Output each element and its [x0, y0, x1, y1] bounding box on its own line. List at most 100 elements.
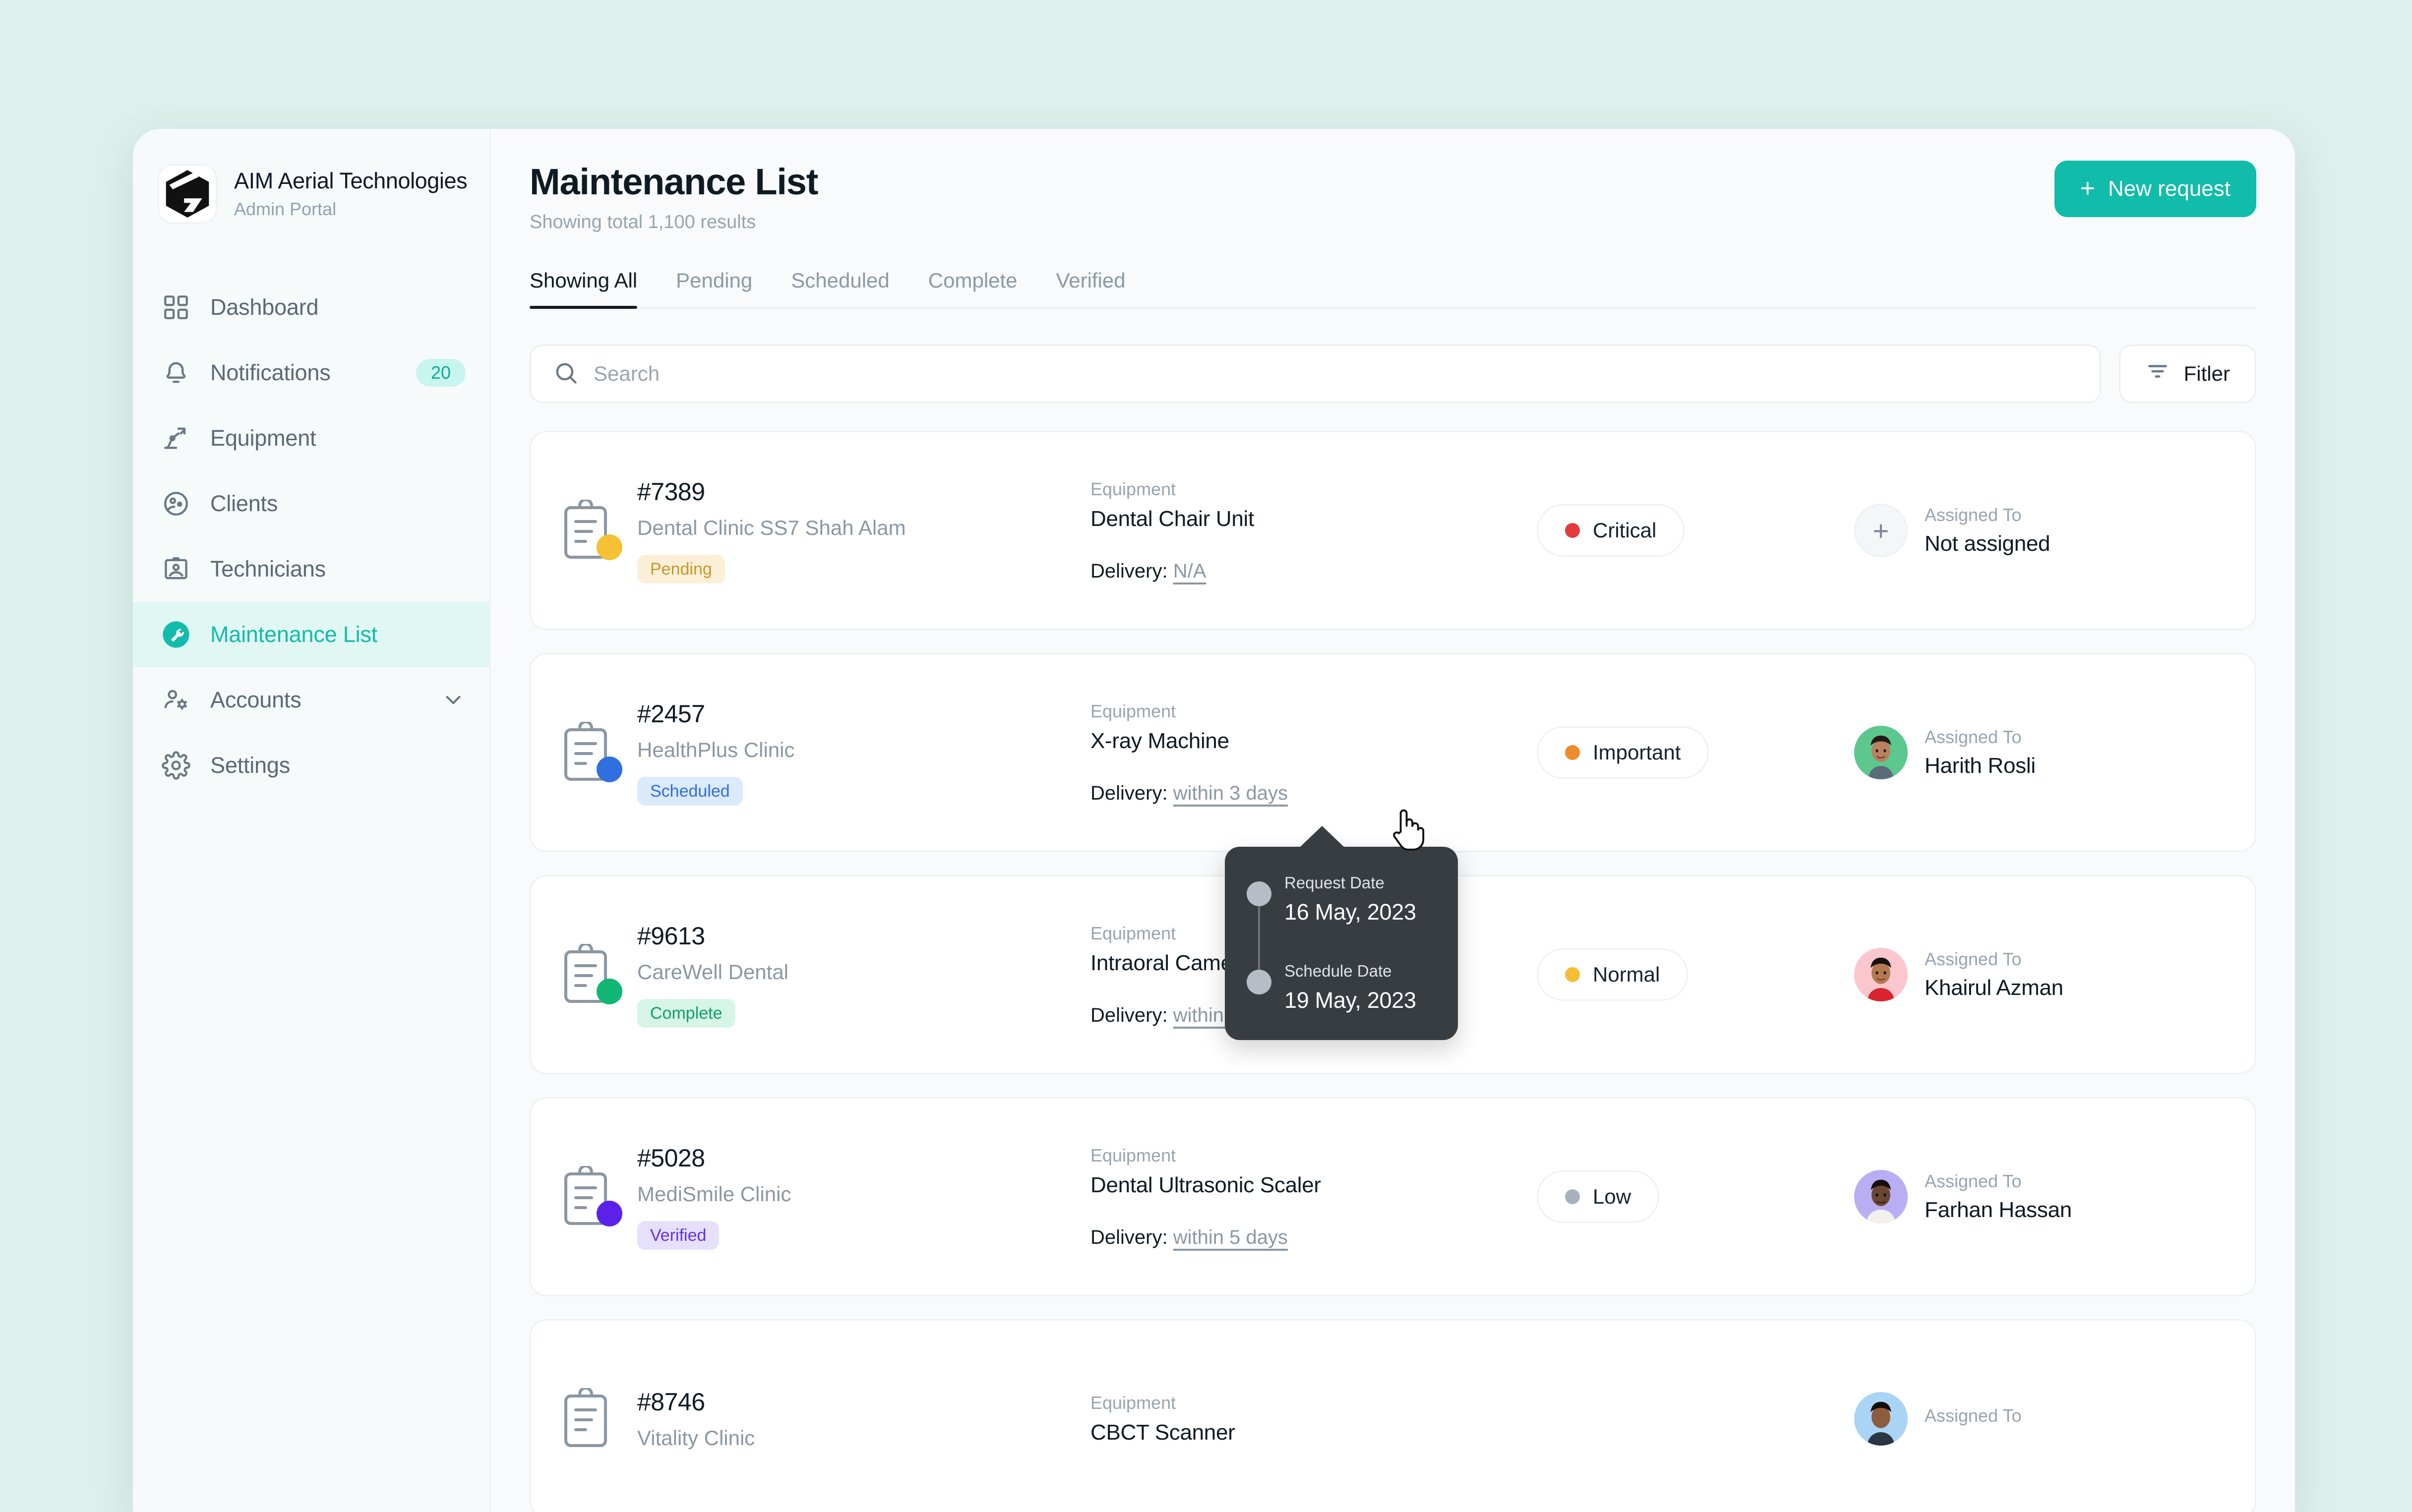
sidebar-item-accounts[interactable]: Accounts — [133, 667, 489, 733]
request-identity: #2457 HealthPlus Clinic Scheduled — [560, 699, 1090, 806]
app-window: AIM Aerial Technologies Admin Portal Das… — [133, 129, 2295, 1512]
request-id: #8746 — [637, 1388, 755, 1416]
assignee-name: Not assigned — [1925, 531, 2050, 556]
notifications-badge: 20 — [416, 359, 466, 387]
assigned-to-label: Assigned To — [1925, 727, 2036, 748]
request-identity: #9613 CareWell Dental Complete — [560, 922, 1090, 1028]
status-badge: Complete — [637, 999, 735, 1028]
sidebar-item-settings[interactable]: Settings — [133, 733, 489, 798]
gear-icon — [161, 750, 191, 781]
sidebar-item-dashboard[interactable]: Dashboard — [133, 275, 489, 340]
priority-badge[interactable]: Important — [1537, 726, 1709, 779]
request-date-label: Request Date — [1284, 873, 1437, 892]
filter-button[interactable]: Fitler — [2119, 345, 2256, 403]
page-title: Maintenance List — [530, 161, 818, 203]
page-header: Maintenance List Showing total 1,100 res… — [530, 161, 2256, 233]
add-assignee-button[interactable]: + — [1854, 504, 1908, 557]
priority-badge[interactable]: Critical — [1537, 504, 1685, 557]
request-date-value: 16 May, 2023 — [1284, 899, 1437, 925]
avatar[interactable] — [1854, 726, 1908, 779]
tab-complete[interactable]: Complete — [928, 269, 1018, 307]
brand[interactable]: AIM Aerial Technologies Admin Portal — [133, 157, 489, 231]
grid-icon — [161, 292, 191, 323]
tooltip-schedule-date: Schedule Date 19 May, 2023 — [1284, 962, 1437, 1013]
priority-dot — [1565, 745, 1580, 760]
status-dot — [597, 756, 622, 782]
priority-cell: Critical — [1537, 504, 1854, 557]
avatar[interactable] — [1854, 1392, 1908, 1446]
tab-pending[interactable]: Pending — [676, 269, 752, 307]
client-name: Vitality Clinic — [637, 1426, 755, 1450]
tab-showing-all[interactable]: Showing All — [530, 269, 637, 307]
chevron-down-icon[interactable] — [441, 688, 466, 712]
search-box[interactable] — [530, 345, 2101, 403]
priority-cell — [1537, 1397, 1854, 1441]
timeline-dot-icon — [1247, 970, 1271, 994]
assignee-cell: Assigned To Khairul Azman — [1854, 948, 2063, 1001]
avatar[interactable] — [1854, 1170, 1908, 1223]
priority-badge[interactable]: Low — [1537, 1170, 1659, 1223]
sidebar: AIM Aerial Technologies Admin Portal Das… — [133, 129, 491, 1512]
delivery-dates-tooltip: Request Date 16 May, 2023 Schedule Date … — [1225, 847, 1458, 1040]
clipboard-icon — [560, 500, 615, 561]
assignee-cell: Assigned To — [1854, 1392, 2021, 1446]
search-input[interactable] — [594, 362, 2078, 386]
request-id: #7389 — [637, 477, 906, 506]
hexagon-logo-icon — [158, 164, 217, 224]
id-badge-icon — [161, 554, 191, 584]
delivery-value[interactable]: N/A — [1173, 560, 1206, 582]
delivery-value[interactable]: within 3 days — [1173, 782, 1288, 804]
status-dot — [597, 534, 622, 560]
table-row[interactable]: #5028 MediSmile Clinic Verified Equipmen… — [530, 1097, 2256, 1296]
sidebar-item-clients[interactable]: Clients — [133, 471, 489, 536]
plus-icon: + — [2080, 178, 2095, 199]
results-count: Showing total 1,100 results — [530, 212, 818, 233]
request-identity: #8746 Vitality Clinic — [560, 1388, 1090, 1450]
sidebar-item-technicians[interactable]: Technicians — [133, 536, 489, 602]
table-row[interactable]: #7389 Dental Clinic SS7 Shah Alam Pendin… — [530, 431, 2256, 630]
delivery-cell: Delivery: within 3 days — [1090, 782, 1537, 805]
equipment-label: Equipment — [1090, 1393, 1537, 1413]
assigned-to-label: Assigned To — [1925, 505, 2050, 525]
robot-arm-icon — [161, 423, 191, 454]
priority-badge[interactable]: Normal — [1537, 948, 1688, 1001]
tab-verified[interactable]: Verified — [1056, 269, 1126, 307]
assignee-cell: Assigned To Harith Rosli — [1854, 726, 2036, 779]
equipment-label: Equipment — [1090, 1145, 1537, 1166]
request-identity: #5028 MediSmile Clinic Verified — [560, 1144, 1090, 1250]
filter-label: Fitler — [2184, 362, 2230, 386]
avatar[interactable] — [1854, 948, 1908, 1001]
clients-icon — [161, 488, 191, 519]
equipment-label: Equipment — [1090, 701, 1537, 722]
request-id: #9613 — [637, 922, 788, 950]
sidebar-item-label: Dashboard — [210, 294, 318, 320]
new-request-label: New request — [2108, 176, 2231, 201]
sidebar-item-label: Notifications — [210, 360, 331, 386]
sidebar-item-maintenance-list[interactable]: Maintenance List — [133, 602, 489, 667]
request-identity: #7389 Dental Clinic SS7 Shah Alam Pendin… — [560, 477, 1090, 583]
assignee-name: Khairul Azman — [1925, 976, 2063, 1000]
delivery-value[interactable]: within 5 days — [1173, 1226, 1288, 1248]
delivery-cell: Delivery: N/A — [1090, 560, 1537, 582]
clipboard-icon — [560, 944, 615, 1005]
tab-scheduled[interactable]: Scheduled — [791, 269, 890, 307]
equipment-value: X-ray Machine — [1090, 729, 1537, 754]
request-id: #2457 — [637, 699, 794, 728]
timeline-dot-icon — [1247, 881, 1271, 906]
sidebar-item-notifications[interactable]: Notifications 20 — [133, 340, 489, 406]
equipment-label: Equipment — [1090, 479, 1537, 500]
sidebar-item-label: Maintenance List — [210, 622, 377, 647]
sidebar-item-label: Clients — [210, 491, 278, 517]
equipment-value: CBCT Scanner — [1090, 1420, 1537, 1445]
priority-label: Important — [1593, 741, 1681, 764]
delivery-cell: Delivery: within 5 days — [1090, 1226, 1537, 1249]
filter-icon — [2145, 359, 2170, 389]
client-name: MediSmile Clinic — [637, 1182, 791, 1206]
sidebar-item-label: Accounts — [210, 687, 302, 713]
new-request-button[interactable]: + New request — [2054, 161, 2256, 217]
sidebar-nav: Dashboard Notifications 20 — [133, 275, 489, 798]
brand-name: AIM Aerial Technologies — [234, 168, 467, 194]
sidebar-item-equipment[interactable]: Equipment — [133, 406, 489, 471]
schedule-date-label: Schedule Date — [1284, 962, 1437, 981]
request-id: #5028 — [637, 1144, 791, 1172]
